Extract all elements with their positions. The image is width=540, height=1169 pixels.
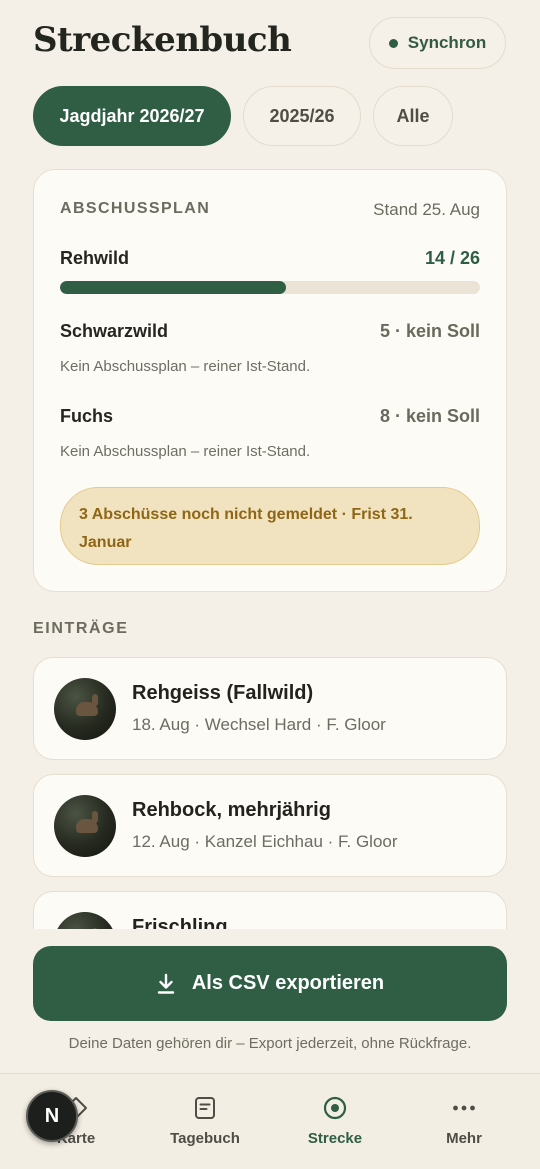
tab-jagdjahr-2026-27[interactable]: Jagdjahr 2026/27 <box>33 86 231 146</box>
plan-stand-date: Stand 25. Aug <box>373 200 480 219</box>
list-item[interactable]: Frischling <box>33 891 507 929</box>
unreported-warning-banner[interactable]: 3 Abschüsse noch nicht gemeldet · Frist … <box>60 487 480 565</box>
list-item[interactable]: Rehgeiss (Fallwild) 18. Aug · Wechsel Ha… <box>33 657 507 760</box>
sync-status-badge[interactable]: Synchron <box>369 17 506 69</box>
plan-row-count: 8 · kein Soll <box>379 406 480 426</box>
sync-label: Synchron <box>407 33 487 52</box>
entries-list[interactable]: Rehgeiss (Fallwild) 18. Aug · Wechsel Ha… <box>33 657 507 929</box>
entry-meta: 12. Aug · Kanzel Eichhau · F. Gloor <box>132 832 398 851</box>
plan-row-count: 5 · kein Soll <box>379 321 480 341</box>
export-note: Deine Daten gehören dir – Export jederze… <box>68 1035 472 1052</box>
plan-row-schwarzwild: Schwarzwild 5 · kein Soll <box>60 321 480 342</box>
nav-label: Tagebuch <box>170 1130 240 1147</box>
plan-row-note: Kein Abschussplan – reiner Ist-Stand. <box>60 358 311 375</box>
export-button-label: Als CSV exportieren <box>191 972 385 994</box>
plan-row-count: 14 / 26 <box>424 248 480 268</box>
nav-label: Strecke <box>307 1130 363 1147</box>
entry-title: Rehgeiss (Fallwild) <box>132 682 314 704</box>
plan-row-name: Schwarzwild <box>60 321 169 341</box>
tab-alle[interactable]: Alle <box>373 86 453 146</box>
page-title: Streckenbuch <box>33 20 292 60</box>
nav-label: Mehr <box>446 1130 482 1147</box>
rehwild-progress-fill <box>60 281 286 294</box>
entry-title: Rehbock, mehrjährig <box>132 799 331 821</box>
entry-photo-thumbnail <box>54 912 116 929</box>
entry-photo-thumbnail <box>54 678 116 740</box>
plan-row-rehwild: Rehwild 14 / 26 <box>60 248 480 269</box>
target-icon <box>321 1094 349 1122</box>
entry-title: Frischling <box>132 916 228 929</box>
plan-row-name: Rehwild <box>60 248 130 268</box>
plan-row-fuchs: Fuchs 8 · kein Soll <box>60 406 480 427</box>
year-tabs: Jagdjahr 2026/27 2025/26 Alle <box>33 86 453 146</box>
entry-photo-thumbnail <box>54 795 116 857</box>
plan-row-note: Kein Abschussplan – reiner Ist-Stand. <box>60 443 311 460</box>
export-csv-button[interactable]: Als CSV exportieren <box>33 946 507 1021</box>
nav-item-strecke[interactable]: Strecke <box>270 1074 400 1169</box>
rehwild-progress-bar <box>60 281 480 294</box>
list-item[interactable]: Rehbock, mehrjährig 12. Aug · Kanzel Eic… <box>33 774 507 877</box>
sync-dot-icon <box>388 38 398 48</box>
nav-item-mehr[interactable]: Mehr <box>399 1074 529 1169</box>
journal-icon <box>191 1094 219 1122</box>
tab-2025-26[interactable]: 2025/26 <box>243 86 361 146</box>
plan-row-name: Fuchs <box>60 406 114 426</box>
plan-heading: ABSCHUSSPLAN <box>60 200 211 217</box>
download-icon <box>157 973 175 994</box>
nav-item-tagebuch[interactable]: Tagebuch <box>140 1074 270 1169</box>
entry-meta: 18. Aug · Wechsel Hard · F. Gloor <box>132 715 386 734</box>
bottom-navigation: Karte Tagebuch Strecke Mehr <box>0 1073 540 1169</box>
abschussplan-card: ABSCHUSSPLAN Stand 25. Aug Rehwild 14 / … <box>33 169 507 592</box>
avatar[interactable]: N <box>26 1090 78 1142</box>
more-dots-icon <box>450 1094 478 1122</box>
entries-heading: EINTRÄGE <box>33 620 129 637</box>
